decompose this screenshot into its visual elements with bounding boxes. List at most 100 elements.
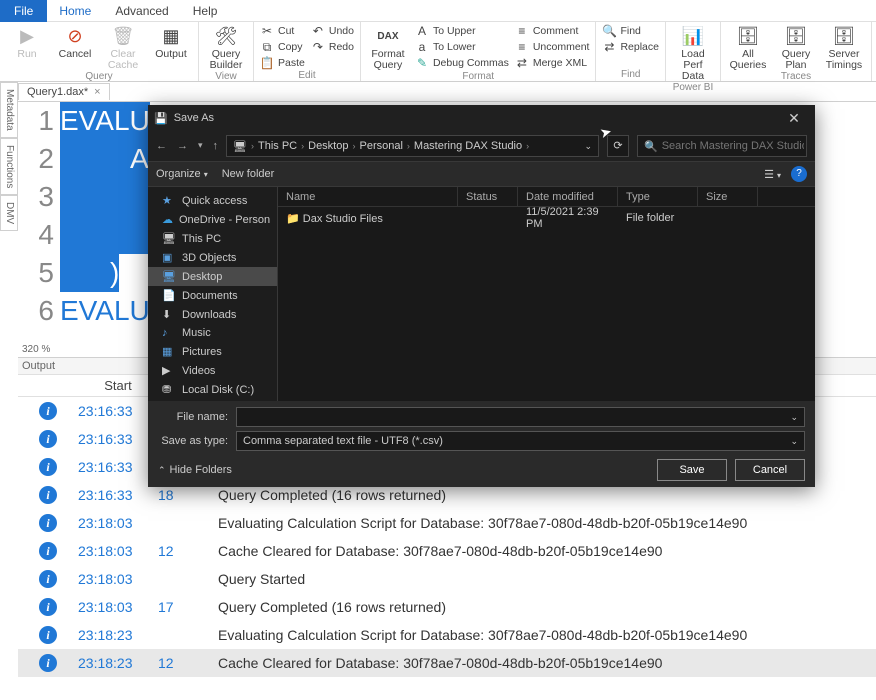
output-row[interactable]: i 23:18:03 17 Query Completed (16 rows r… <box>18 593 876 621</box>
save-icon: 💾 <box>154 112 168 125</box>
paste-button[interactable]: 📋Paste <box>260 56 305 70</box>
nav-up-icon[interactable]: ↑ <box>213 140 219 152</box>
file-type: File folder <box>618 212 698 224</box>
tab-dmv[interactable]: DMV <box>0 195 18 231</box>
menu-home[interactable]: Home <box>47 0 103 22</box>
output-button[interactable]: ▦Output <box>150 24 192 60</box>
document-tab[interactable]: Query1.dax* × <box>18 83 110 100</box>
to-lower-button[interactable]: aTo Lower <box>415 40 509 54</box>
output-row[interactable]: i 23:18:03 12 Cache Cleared for Database… <box>18 537 876 565</box>
comment-button[interactable]: ≡Comment <box>515 24 590 38</box>
tree-item[interactable]: ▣3D Objects <box>148 248 277 267</box>
copy-button[interactable]: ⧉Copy <box>260 40 305 54</box>
find-button[interactable]: 🔍Find <box>602 24 659 38</box>
output-row[interactable]: i 23:18:23 12 Cache Cleared for Database… <box>18 649 876 677</box>
all-queries-button[interactable]: 🗄All Queries <box>727 24 769 71</box>
crumb[interactable]: This PC <box>258 140 297 152</box>
close-tab-icon[interactable]: × <box>94 86 100 98</box>
row-message: Query Completed (16 rows returned) <box>218 487 876 503</box>
col-status[interactable]: Status <box>458 187 518 206</box>
nav-forward-icon[interactable]: → <box>177 140 188 152</box>
organize-button[interactable]: Organize ▾ <box>156 168 208 180</box>
crumb[interactable]: Desktop <box>308 140 348 152</box>
copy-icon: ⧉ <box>260 40 274 54</box>
col-name[interactable]: Name <box>278 187 458 206</box>
row-time: 23:18:03 <box>78 543 158 559</box>
row-duration: 12 <box>158 655 218 671</box>
search-box[interactable]: 🔍 <box>637 135 807 157</box>
replace-button[interactable]: ⇄Replace <box>602 40 659 54</box>
tree-item[interactable]: 🖥This PC <box>148 229 277 248</box>
to-upper-button[interactable]: ATo Upper <box>415 24 509 38</box>
nav-back-icon[interactable]: ← <box>156 140 167 152</box>
nav-recent-icon[interactable]: ▾ <box>198 140 203 152</box>
crumb[interactable]: Mastering DAX Studio <box>414 140 522 152</box>
col-type[interactable]: Type <box>618 187 698 206</box>
run-button[interactable]: ▶Run <box>6 24 48 60</box>
menu-help[interactable]: Help <box>181 0 230 22</box>
tree-item[interactable]: ▶Videos <box>148 361 277 380</box>
info-icon: i <box>39 542 57 560</box>
cancel-button[interactable]: Cancel <box>735 459 805 481</box>
debug-commas-button[interactable]: ✎Debug Commas <box>415 56 509 70</box>
output-row[interactable]: i 23:18:03 Query Started <box>18 565 876 593</box>
query-plan-button[interactable]: 🗄Query Plan <box>775 24 817 71</box>
file-list[interactable]: Name Status Date modified Type Size 📁 Da… <box>278 187 815 401</box>
view-mode-icon[interactable]: ☰ ▾ <box>764 168 781 181</box>
col-size[interactable]: Size <box>698 187 758 206</box>
format-query-button[interactable]: DAXFormat Query <box>367 24 409 71</box>
close-icon[interactable]: ✕ <box>779 110 809 127</box>
dropdown-icon[interactable]: ⌄ <box>790 436 798 447</box>
tab-functions[interactable]: Functions <box>0 138 18 195</box>
query-builder-button[interactable]: 🛠Query Builder <box>205 24 247 71</box>
hide-folders-button[interactable]: ⌃Hide Folders <box>158 464 232 476</box>
cut-button[interactable]: ✂Cut <box>260 24 305 38</box>
database-icon: 🗄 <box>736 24 760 48</box>
col-start[interactable]: Start <box>78 378 158 393</box>
redo-icon: ↷ <box>311 40 325 54</box>
paste-icon: 📋 <box>260 56 274 70</box>
new-folder-button[interactable]: New folder <box>222 168 275 180</box>
breadcrumb[interactable]: 🖥› This PC› Desktop› Personal› Mastering… <box>226 135 599 157</box>
tree-item[interactable]: ☁OneDrive - Person <box>148 210 277 229</box>
tree-item[interactable]: ▦Pictures <box>148 342 277 361</box>
col-date[interactable]: Date modified <box>518 187 618 206</box>
tree-item[interactable]: ⬇Downloads <box>148 305 277 324</box>
nav-tree[interactable]: ★Quick access☁OneDrive - Person🖥This PC▣… <box>148 187 278 401</box>
file-row[interactable]: 📁 Dax Studio Files 11/5/2021 2:39 PM Fil… <box>278 207 815 229</box>
tree-icon: ⬇ <box>162 308 176 321</box>
refresh-icon[interactable]: ⟳ <box>607 135 629 157</box>
tree-label: Documents <box>182 290 238 302</box>
info-icon: i <box>39 626 57 644</box>
clear-cache-button[interactable]: 🗑Clear Cache <box>102 24 144 71</box>
merge-xml-button[interactable]: ⇄Merge XML <box>515 56 590 70</box>
info-icon: i <box>39 430 57 448</box>
undo-button[interactable]: ↶Undo <box>311 24 354 38</box>
tree-item[interactable]: ★Quick access <box>148 191 277 210</box>
search-input[interactable] <box>662 140 804 152</box>
redo-button[interactable]: ↷Redo <box>311 40 354 54</box>
save-button[interactable]: Save <box>657 459 727 481</box>
output-row[interactable]: i 23:18:23 Evaluating Calculation Script… <box>18 621 876 649</box>
cancel-button[interactable]: ⊘Cancel <box>54 24 96 60</box>
tree-item[interactable]: 📄Documents <box>148 286 277 305</box>
tree-item[interactable]: 🖥Desktop <box>148 267 277 286</box>
replace-icon: ⇄ <box>602 40 616 54</box>
tab-metadata[interactable]: Metadata <box>0 82 18 138</box>
crumb[interactable]: Personal <box>359 140 402 152</box>
menu-file[interactable]: File <box>0 0 47 22</box>
crumb-dropdown-icon[interactable]: ⌄ <box>584 141 592 152</box>
file-name-input[interactable] <box>243 411 790 423</box>
menu-advanced[interactable]: Advanced <box>103 0 180 22</box>
dropdown-icon[interactable]: ⌄ <box>790 412 798 423</box>
tree-item[interactable]: ⛃Local Disk (C:) <box>148 380 277 399</box>
help-icon[interactable]: ? <box>791 166 807 182</box>
group-traces-label: Traces <box>727 71 865 83</box>
save-type-select[interactable]: Comma separated text file - UTF8 (*.csv)… <box>236 431 805 451</box>
uncomment-button[interactable]: ≡Uncomment <box>515 40 590 54</box>
load-perf-button[interactable]: 📊Load Perf Data <box>672 24 714 82</box>
dialog-titlebar[interactable]: 💾Save As ✕ <box>148 105 815 131</box>
output-row[interactable]: i 23:18:03 Evaluating Calculation Script… <box>18 509 876 537</box>
server-timings-button[interactable]: 🗄Server Timings <box>823 24 865 71</box>
tree-item[interactable]: ♪Music <box>148 324 277 342</box>
